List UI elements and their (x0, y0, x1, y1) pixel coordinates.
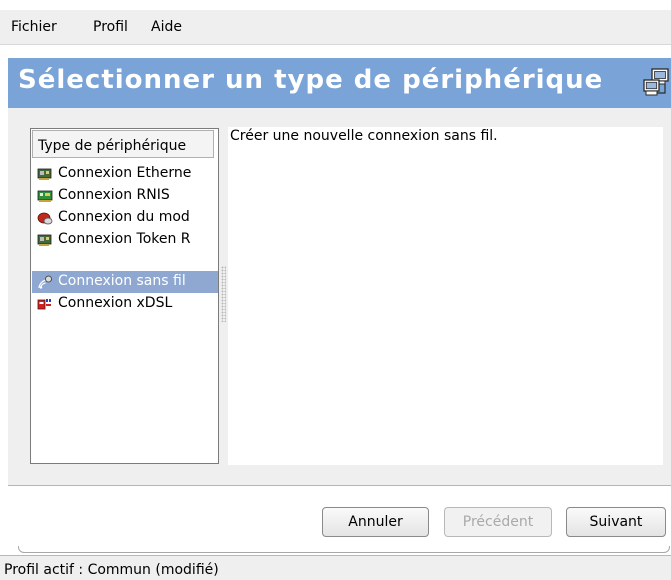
next-button[interactable]: Suivant (566, 507, 666, 537)
modem-icon (37, 212, 53, 225)
cancel-button[interactable]: Annuler (322, 507, 429, 537)
isdn-card-icon (37, 190, 53, 202)
page-title: Sélectionner un type de périphérique (18, 65, 604, 95)
wizard-header: Sélectionner un type de périphérique (8, 58, 671, 108)
menu-aide[interactable]: Aide (151, 19, 182, 35)
ethernet-card-icon (37, 168, 52, 180)
device-item-label: Connexion Etherne (58, 165, 192, 181)
wireless-icon (38, 275, 52, 289)
device-item-label: Connexion Token R (58, 231, 191, 247)
description-text: Créer une nouvelle connexion sans fil. (230, 128, 498, 144)
device-item-xdsl[interactable]: Connexion xDSL (32, 293, 218, 315)
menu-bar: Fichier Profil Aide (0, 10, 671, 45)
network-computers-icon (643, 68, 669, 96)
device-item-label: Connexion sans fil (58, 273, 186, 289)
status-bar: Profil actif : Commun (modifié) (0, 555, 671, 580)
status-text: Profil actif : Commun (modifié) (4, 562, 219, 578)
device-item-label: Connexion xDSL (58, 295, 173, 311)
device-type-column-header[interactable]: Type de périphérique (32, 130, 214, 158)
device-item-wireless[interactable]: Connexion sans fil (32, 271, 218, 293)
pane-splitter-handle[interactable] (221, 266, 226, 322)
button-area-frame (18, 546, 670, 553)
xdsl-icon (37, 299, 51, 310)
menu-fichier[interactable]: Fichier (11, 19, 57, 35)
menu-profil[interactable]: Profil (93, 19, 128, 35)
device-item-ethernet[interactable]: Connexion Etherne (32, 163, 218, 185)
device-item-label: Connexion du mod (58, 209, 190, 225)
device-item-token-ring[interactable]: Connexion Token R (32, 229, 218, 251)
description-panel: Créer une nouvelle connexion sans fil. (228, 127, 663, 465)
device-item-label: Connexion RNIS (58, 187, 170, 203)
device-item-isdn[interactable]: Connexion RNIS (32, 185, 218, 207)
device-item-modem[interactable]: Connexion du mod (32, 207, 218, 229)
token-ring-card-icon (37, 234, 52, 246)
device-type-list[interactable]: Type de périphérique Connexion Etherne C… (30, 128, 219, 464)
previous-button[interactable]: Précédent (444, 507, 552, 537)
